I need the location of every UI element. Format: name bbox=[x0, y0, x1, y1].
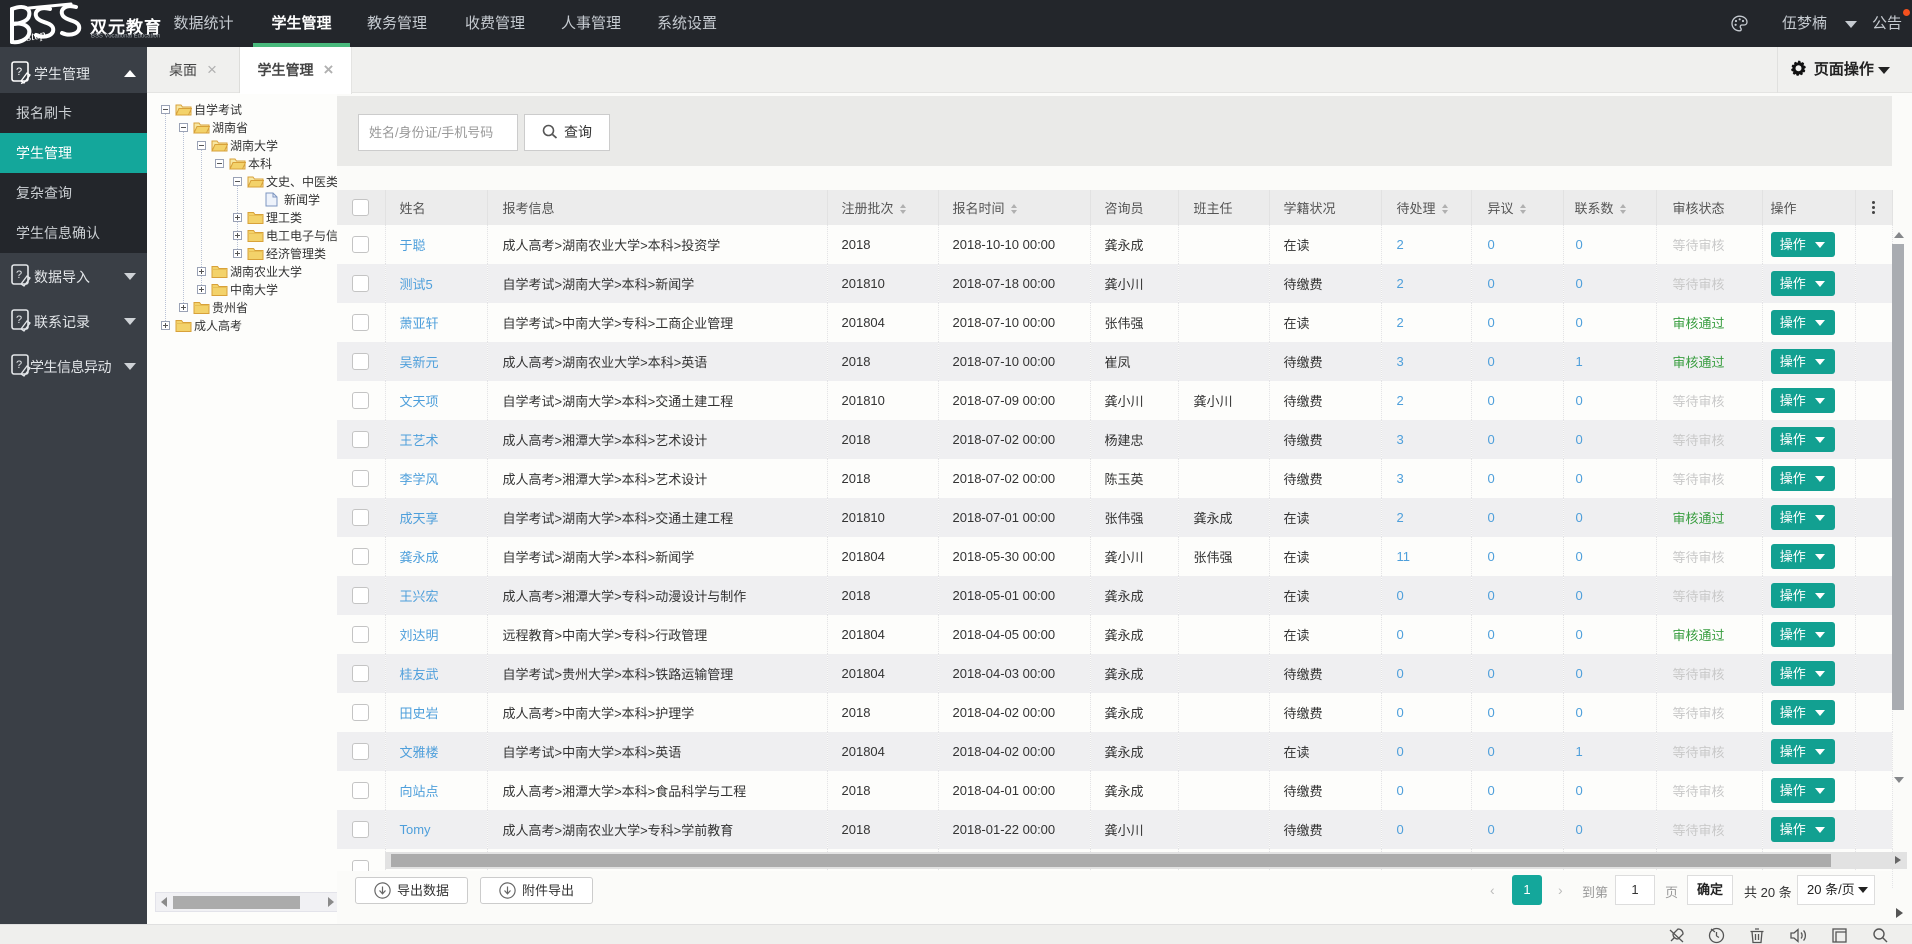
svg-text:?: ? bbox=[16, 269, 22, 281]
svg-text:step: step bbox=[25, 27, 46, 44]
svg-text:?: ? bbox=[16, 359, 22, 371]
svg-text:?: ? bbox=[16, 66, 22, 78]
svg-text:?: ? bbox=[16, 314, 22, 326]
